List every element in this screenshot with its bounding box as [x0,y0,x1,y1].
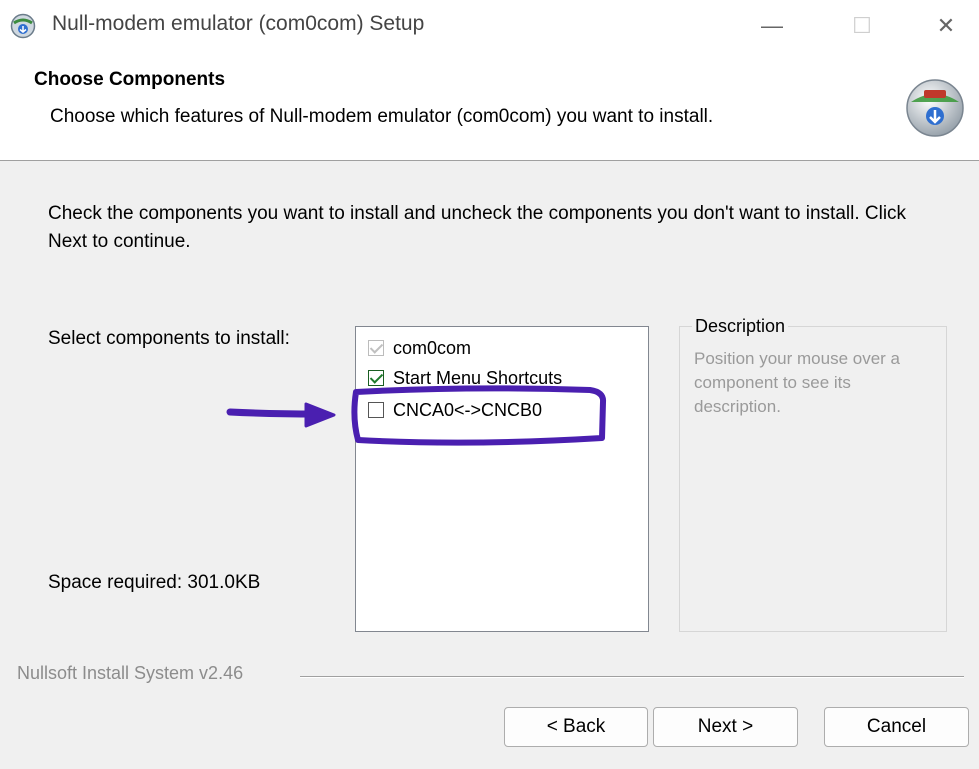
component-com0com[interactable]: com0com [368,336,471,360]
content-panel: Check the components you want to install… [0,161,979,769]
component-start-menu-shortcuts[interactable]: Start Menu Shortcuts [368,366,562,390]
nsis-disk-icon [906,79,964,137]
minimize-button[interactable]: — [742,0,802,52]
next-button[interactable]: Next > [653,707,798,747]
minimize-icon: — [761,13,783,38]
close-button[interactable]: ✕ [916,0,976,52]
installer-globe-icon [10,13,36,39]
title-bar: Null-modem emulator (com0com) Setup — ☐ … [0,0,979,52]
maximize-icon: ☐ [852,13,872,38]
space-required-label: Space required: 301.0KB [48,572,261,593]
instructions-text: Check the components you want to install… [48,203,907,252]
branding-divider [300,676,964,678]
components-tree[interactable]: com0com Start Menu Shortcuts CNCA0<->CNC… [355,326,649,632]
nsis-branding: Nullsoft Install System v2.46 [17,663,244,683]
back-button[interactable]: < Back [504,707,648,747]
description-legend: Description [692,316,789,337]
page-title: Choose Components [34,69,226,90]
window-title: Null-modem emulator (com0com) Setup [52,12,425,35]
description-text: Position your mouse over a component to … [694,349,900,416]
maximize-button[interactable]: ☐ [832,0,892,52]
page-subtitle: Choose which features of Null-modem emul… [50,106,714,127]
close-icon: ✕ [936,13,956,38]
checkbox-start-menu-shortcuts[interactable] [368,370,384,386]
select-components-label: Select components to install: [48,328,290,349]
checkbox-com0com[interactable] [368,340,384,356]
component-cnca0-cncb0[interactable]: CNCA0<->CNCB0 [368,398,542,422]
component-label: com0com [393,337,472,358]
checkbox-cnca0-cncb0[interactable] [368,402,384,418]
cancel-button[interactable]: Cancel [824,707,969,747]
page-header: Choose Components Choose which features … [0,52,979,161]
component-label: Start Menu Shortcuts [393,367,563,388]
component-label: CNCA0<->CNCB0 [393,399,543,420]
